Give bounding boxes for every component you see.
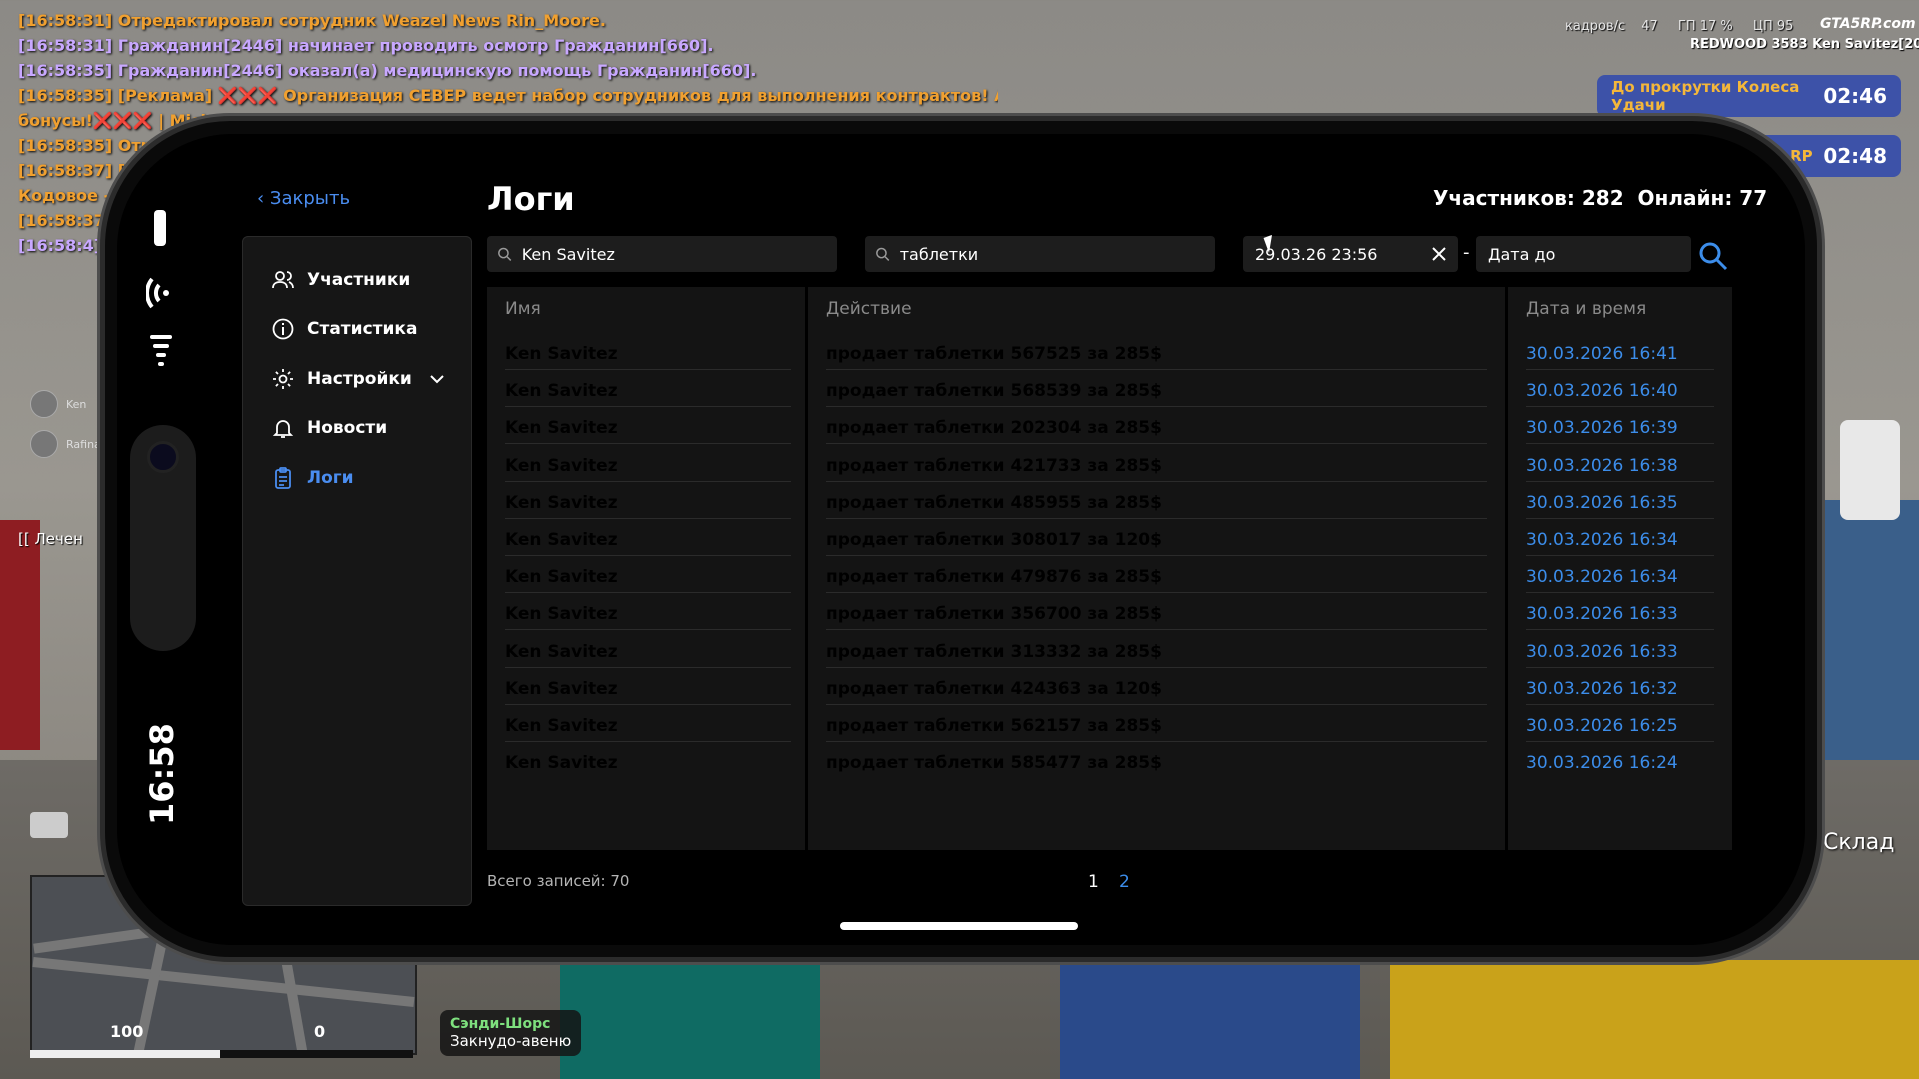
game-character-legs [560, 960, 820, 1079]
page-2-button[interactable]: 2 [1119, 872, 1130, 892]
search-button-icon[interactable] [1697, 240, 1729, 272]
wheel-timer: До прокрутки Колеса Удачи 02:46 [1597, 75, 1901, 117]
close-label: Закрыть [269, 188, 351, 209]
game-bottle [1840, 420, 1900, 520]
heal-prompt: [[ Лечен [18, 530, 83, 548]
date-from-field[interactable] [1243, 236, 1458, 272]
location-street: Закнудо-авеню [450, 1032, 572, 1050]
player-avatar-row: Ken [30, 390, 86, 418]
sidebar-item-label: Логи [307, 468, 354, 488]
search-icon [498, 247, 512, 261]
members-summary: Участников: 282 Онлайн: 77 [1433, 186, 1767, 210]
chevron-left-icon: ‹ [257, 188, 270, 209]
table-row[interactable]: Ken Savitez продает таблетки 585477 за 28… [487, 741, 1732, 786]
sidebar: Участники Статистика Настройки Новости Л… [242, 236, 472, 906]
chat-line: [16:58:31] Отредактировал сотрудник Weaz… [18, 11, 606, 30]
sidebar-item-label: Статистика [307, 319, 418, 339]
wheel-timer-label: До прокрутки Колеса Удачи [1611, 78, 1800, 114]
date-from-input[interactable] [1253, 243, 1430, 265]
home-indicator[interactable] [840, 922, 1078, 930]
camera-icon [30, 812, 68, 838]
minimap-speed: 100 [110, 1022, 144, 1041]
bell-icon [272, 420, 294, 438]
sidebar-item-label: Участники [307, 270, 411, 290]
camera-island [130, 425, 196, 651]
location-area: Сэнди-Шорс [450, 1016, 551, 1032]
wheel-timer-value: 02:46 [1823, 84, 1887, 108]
health-bar-fill [30, 1050, 220, 1058]
page-1-button[interactable]: 1 [1088, 872, 1099, 892]
sidebar-item-statistics[interactable]: Статистика [271, 314, 417, 344]
cell-action: продает таблетки 585477 за 285$ [826, 753, 1162, 774]
camera-lens-icon [147, 441, 179, 473]
action-filter-field[interactable] [865, 236, 1215, 272]
date-range-dash: - [1463, 242, 1470, 263]
sidebar-item-news[interactable]: Новости [271, 413, 387, 443]
avatar [30, 430, 58, 458]
cell-name: Ken Savitez [505, 753, 618, 774]
header-name[interactable]: Имя [487, 287, 805, 332]
phone-clock: 16:58 [143, 723, 181, 825]
chat-line: [16:58:35] [Реклама] ❌❌❌ Организация СЕВ… [18, 86, 998, 105]
sidebar-item-members[interactable]: Участники [271, 265, 410, 295]
date-to-field[interactable] [1476, 236, 1691, 272]
sidebar-item-logs[interactable]: Логи [271, 463, 354, 493]
sidebar-item-label: Настройки [307, 369, 412, 389]
cpu-usage: ЦП 95 [1752, 19, 1794, 34]
action-search-input[interactable] [897, 243, 1205, 265]
battery-icon [154, 210, 166, 246]
clipboard-icon [275, 467, 291, 489]
name-search-input[interactable] [519, 243, 827, 265]
gear-icon [273, 369, 293, 389]
header-action[interactable]: Действие [808, 287, 1505, 332]
player-avatar-row: Rafinad [30, 430, 108, 458]
game-yellow-object [1390, 960, 1919, 1079]
sidebar-item-label: Новости [307, 418, 388, 438]
wifi-icon [146, 277, 169, 309]
minimap-zero: 0 [314, 1022, 326, 1041]
online-count: Онлайн: 77 [1637, 186, 1768, 210]
game-blue-crate [1060, 960, 1360, 1079]
chat-line: [16:58:31] Гражданин[2446] начинает пров… [18, 36, 714, 55]
participants-count: Участников: 282 [1433, 186, 1624, 210]
warehouse-label: Склад [1823, 830, 1895, 855]
info-icon [272, 318, 294, 340]
chat-line: [16:58:35] Гражданин[2446] оказал(а) мед… [18, 61, 757, 80]
name-filter-field[interactable] [487, 236, 837, 272]
sidebar-item-settings[interactable]: Настройки [271, 364, 412, 394]
gpu-usage: ГП 17 % [1677, 19, 1733, 34]
avatar [30, 390, 58, 418]
server-logo: GTA5RP.com [1820, 16, 1916, 32]
header-datetime[interactable]: Дата и время [1508, 287, 1732, 332]
fps-value: 47 [1641, 19, 1658, 34]
avatar-name: Ken [66, 397, 87, 411]
clear-icon[interactable] [1430, 245, 1448, 263]
fps-label: кадров/с [1565, 19, 1626, 34]
location-display: Сэнди-Шорс Закнудо-авеню [440, 1010, 582, 1056]
game-red-object [0, 520, 40, 750]
close-button[interactable]: ‹ Закрыть [257, 188, 350, 209]
users-icon [272, 271, 294, 289]
logs-table: Имя Действие Дата и время Ken Savitez про… [487, 287, 1732, 850]
total-records: Всего записей: 70 [487, 872, 630, 890]
server-info: REDWOOD 3583 Ken Savitez[2073] [1690, 37, 1919, 52]
date-to-input[interactable] [1486, 243, 1681, 265]
page-title: Логи [487, 180, 575, 218]
chevron-down-icon[interactable] [429, 371, 445, 387]
rp-timer-value: 02:48 [1823, 144, 1887, 168]
search-icon [876, 247, 890, 261]
cell-datetime: 30.03.2026 16:24 [1526, 753, 1678, 774]
perf-stats: кадров/с 47 ГП 17 % ЦП 95 [1565, 19, 1809, 34]
signal-icon [150, 335, 172, 366]
